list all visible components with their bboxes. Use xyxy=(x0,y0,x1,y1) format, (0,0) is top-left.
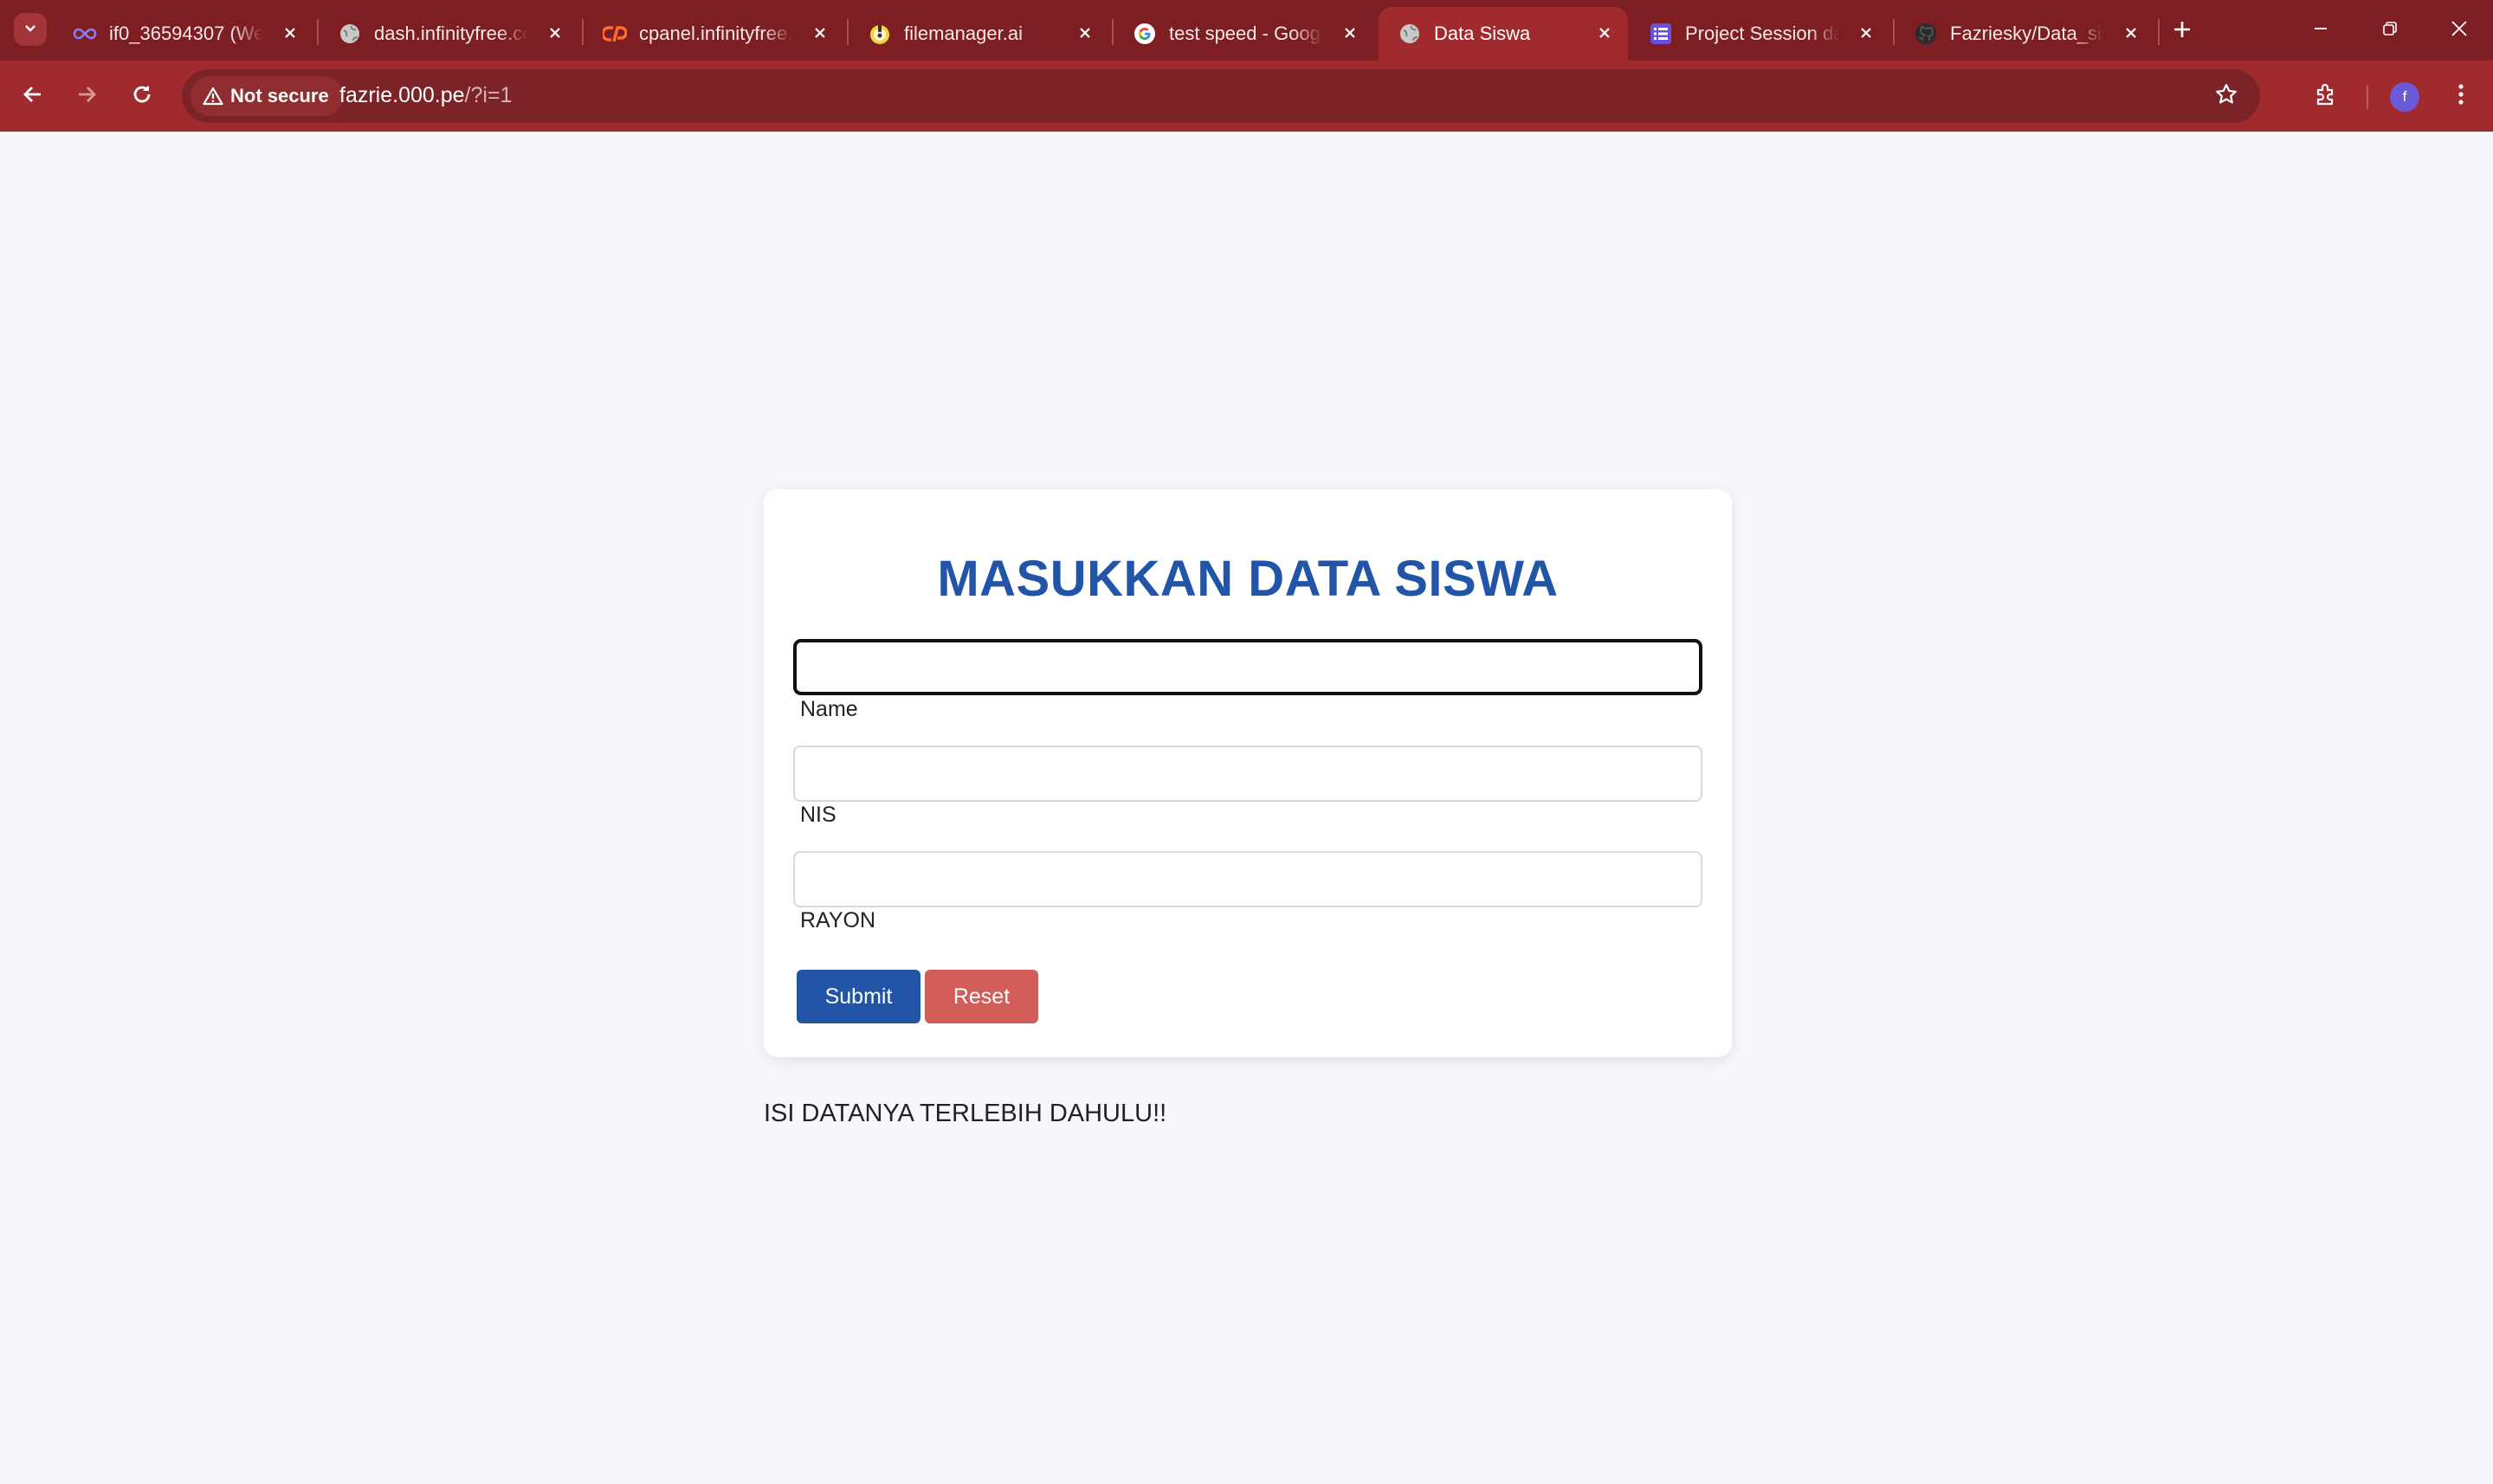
bookmark-button[interactable] xyxy=(2210,80,2243,113)
cpanel-icon xyxy=(603,22,627,46)
restore-button[interactable] xyxy=(2368,12,2412,48)
plus-icon xyxy=(2173,20,2192,43)
security-chip[interactable]: Not secure xyxy=(191,76,343,116)
browser-menu-button[interactable] xyxy=(2442,77,2480,115)
student-form-card: MASUKKAN DATA SISWA Name NIS RAYON Submi… xyxy=(764,489,1732,1057)
rayon-input[interactable] xyxy=(793,851,1702,907)
minimize-icon xyxy=(2312,20,2329,42)
url-host: fazrie.000.pe xyxy=(339,83,465,107)
close-icon[interactable] xyxy=(2120,22,2142,44)
form-heading: MASUKKAN DATA SISWA xyxy=(937,551,1559,607)
arrow-left-icon xyxy=(22,83,44,110)
star-icon xyxy=(2214,82,2238,111)
tab-title: dash.infinityfree.com xyxy=(374,23,528,44)
minimize-button[interactable] xyxy=(2299,12,2342,48)
puzzle-icon xyxy=(2314,82,2338,111)
list-icon xyxy=(1649,22,1673,46)
nis-input[interactable] xyxy=(793,745,1702,802)
name-label: Name xyxy=(800,697,858,721)
extensions-button[interactable] xyxy=(2307,77,2345,115)
tab-dash-infinityfree[interactable]: dash.infinityfree.com xyxy=(319,7,578,61)
infinity-icon xyxy=(73,22,97,46)
reload-button[interactable] xyxy=(123,77,161,115)
tab-google-search[interactable]: test speed - Google xyxy=(1114,7,1373,61)
new-tab-button[interactable] xyxy=(2165,14,2199,48)
restore-icon xyxy=(2381,20,2399,42)
tab-title: Project Session dan xyxy=(1685,23,1839,44)
tab-title: Fazriesky/Data_siswa xyxy=(1950,23,2104,44)
tab-search-button[interactable] xyxy=(14,13,47,46)
tab-title: Data Siswa xyxy=(1434,23,1531,44)
github-icon xyxy=(1914,22,1938,46)
reset-button[interactable]: Reset xyxy=(925,970,1038,1023)
globe-icon xyxy=(338,22,362,46)
close-icon[interactable] xyxy=(279,22,301,44)
nis-label: NIS xyxy=(800,803,836,827)
name-input[interactable] xyxy=(793,639,1702,695)
reload-icon xyxy=(131,83,153,110)
profile-avatar[interactable]: f xyxy=(2390,82,2419,112)
close-icon[interactable] xyxy=(809,22,831,44)
rayon-label: RAYON xyxy=(800,908,876,932)
tab-title: filemanager.ai xyxy=(904,23,1023,44)
tab-cpanel[interactable]: cpanel.infinityfree.com xyxy=(584,7,843,61)
close-icon[interactable] xyxy=(1593,22,1616,44)
tab-filemanager[interactable]: filemanager.ai xyxy=(849,7,1108,61)
tab-title: test speed - Google xyxy=(1169,23,1323,44)
filemanager-icon xyxy=(868,22,892,46)
close-icon[interactable] xyxy=(1855,22,1877,44)
forward-button[interactable] xyxy=(68,77,106,115)
kebab-menu-icon xyxy=(2457,82,2464,111)
validation-message: ISI DATANYA TERLEBIH DAHULU!! xyxy=(764,1100,1167,1127)
tab-title: if0_36594307 (Website xyxy=(109,23,263,44)
google-icon xyxy=(1133,22,1157,46)
close-icon[interactable] xyxy=(1339,22,1361,44)
globe-icon xyxy=(1398,22,1422,46)
tab-project-session[interactable]: Project Session dan xyxy=(1630,7,1889,61)
back-button[interactable] xyxy=(14,77,52,115)
tab-title: cpanel.infinityfree.com xyxy=(639,23,793,44)
close-icon[interactable] xyxy=(1074,22,1096,44)
submit-button[interactable]: Submit xyxy=(797,970,920,1023)
chevron-down-icon xyxy=(23,20,38,40)
arrow-right-icon xyxy=(75,83,98,110)
tab-data-siswa[interactable]: Data Siswa xyxy=(1379,7,1628,61)
warning-icon xyxy=(203,87,223,106)
security-label: Not secure xyxy=(230,85,329,106)
toolbar-divider xyxy=(2367,85,2368,109)
tab-divider xyxy=(2158,19,2160,45)
url-path: /?i=1 xyxy=(464,83,513,107)
url-text[interactable]: fazrie.000.pe/?i=1 xyxy=(339,83,512,108)
close-icon[interactable] xyxy=(544,22,566,44)
tab-github-repo[interactable]: Fazriesky/Data_siswa xyxy=(1895,7,2154,61)
close-window-button[interactable] xyxy=(2438,12,2481,48)
close-icon xyxy=(2450,19,2469,42)
tab-strip: if0_36594307 (Website dash.infinityfree.… xyxy=(0,0,2493,61)
address-bar[interactable]: Not secure fazrie.000.pe/?i=1 xyxy=(182,69,2260,123)
tab-website[interactable]: if0_36594307 (Website xyxy=(54,7,313,61)
browser-toolbar: Not secure fazrie.000.pe/?i=1 f xyxy=(0,61,2493,132)
